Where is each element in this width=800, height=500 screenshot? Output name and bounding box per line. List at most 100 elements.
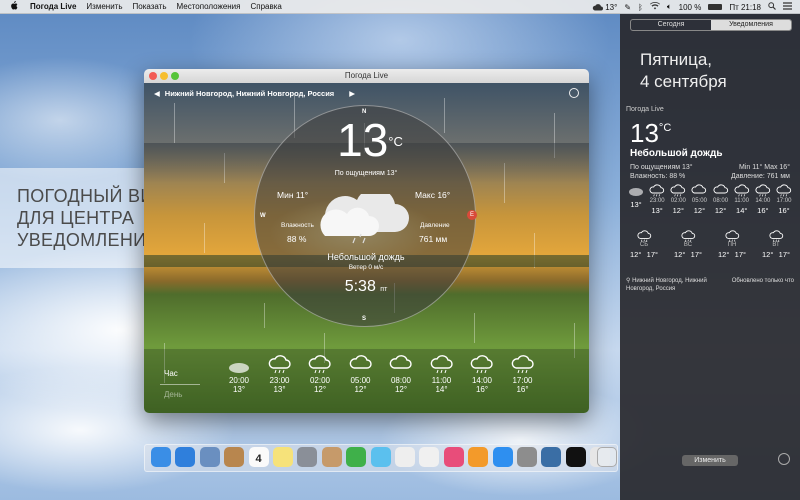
clock-app-icon[interactable] [565,447,586,467]
menu-item-help[interactable]: Справка [250,2,281,11]
hourly-temp: 12° [354,385,367,394]
messages-icon[interactable] [370,447,391,467]
widget-hourly-item: 02:00 12° [668,184,688,215]
hourly-time: 14:00 [471,376,493,385]
appstore-icon[interactable] [492,447,513,467]
menu-item-edit[interactable]: Изменить [86,2,122,11]
apple-menu-icon[interactable] [10,1,22,12]
menu-app-name[interactable]: Погода Live [30,2,76,11]
rain-cloud-icon [674,230,702,242]
hourly-temp: 12° [313,385,327,394]
tab-notifications[interactable]: Уведомления [711,20,791,30]
widget-day-high: 17° [734,250,746,259]
facetime-icon[interactable] [346,447,367,467]
notification-center-icon[interactable] [783,2,792,12]
widget-daily-item: ВТ 12° 17° [762,230,790,259]
tab-today[interactable]: Сегодня [631,20,711,30]
rain-icon [668,184,688,198]
tab-divider [160,384,200,385]
rain-streak [474,313,475,343]
tab-hour[interactable]: Час [164,369,178,378]
feels-like: По ощущениям 13° [334,170,398,177]
finder-icon[interactable] [151,447,171,467]
widget-day-name: ВС [683,242,693,248]
widget-hourly-temp: 13° [651,206,663,215]
battery-percent[interactable]: 100 % [679,3,702,12]
partly-cloudy-night-icon [626,184,646,198]
system-prefs-icon[interactable] [517,447,537,467]
hourly-item: 05:00 12° [344,349,378,394]
dock: 4 [144,444,618,472]
nc-settings-icon[interactable] [778,453,790,465]
contacts-icon[interactable] [321,447,342,467]
calendar-icon[interactable]: 4 [248,447,269,467]
next-location-icon[interactable]: ▶ [349,89,355,98]
widget-day-low: 12° [630,250,642,259]
close-button[interactable] [149,72,157,80]
tab-day[interactable]: День [164,390,182,399]
rain-streak [444,98,445,133]
rain-cloud-icon [506,349,540,375]
settings-gear-icon[interactable] [569,88,579,98]
widget-title: Погода Live [626,106,664,113]
rain-cloud-icon [263,349,297,375]
bluetooth-icon[interactable]: ᛒ [638,3,643,12]
hourly-temp: 13° [232,385,246,394]
widget-day-low: 12° [674,250,686,259]
ibooks-icon[interactable] [468,447,489,467]
hourly-time: 02:00 [309,376,331,385]
preview-icon[interactable] [199,447,220,467]
search-icon[interactable] [768,2,776,12]
cloud-status-icon [593,4,604,11]
widget-hourly-item: 13° [626,184,646,215]
current-temp: 13°C [315,116,425,164]
weather-status-item[interactable]: 13° [592,3,617,12]
location-selector[interactable]: ◀ Нижний Новгород, Нижний Новгород, Росс… [154,89,355,98]
volume-icon[interactable]: 🔈︎ [667,2,672,12]
widget-day-name: ВТ [772,242,780,248]
widget-hourly-temp: 12° [693,206,706,215]
menu-item-locations[interactable]: Местоположения [177,2,241,11]
prev-location-icon[interactable]: ◀ [154,89,160,98]
menu-item-view[interactable]: Показать [133,2,167,11]
reminders-icon[interactable] [395,447,415,467]
wifi-icon[interactable] [649,1,660,12]
clock[interactable]: Пт 21:18 [729,3,761,12]
safari-icon[interactable] [175,447,196,467]
max-temp: Макс 16° [415,190,451,200]
itunes-icon[interactable] [443,447,464,467]
zoom-button[interactable] [171,72,179,80]
hourly-item: 14:00 16° [465,349,499,394]
nc-edit-button[interactable]: Изменить [682,455,738,466]
banner-line-3: УВЕДОМЛЕНИЙ [17,230,160,250]
rain-cloud-icon [425,349,459,375]
widget-hourly-temp: 12° [714,206,727,215]
notes-icon[interactable] [273,447,293,467]
weather-app-icon[interactable] [541,447,562,467]
notes-book-icon[interactable] [224,447,245,467]
hourly-temp: 14° [435,385,448,394]
trash-icon[interactable] [597,447,617,467]
widget-daily: СБ 12° 17° ВС 12° 17° ПН 12° 17° ВТ 12° 17° [630,230,790,259]
widget-hourly-time: 05:00 [691,198,707,204]
widget-min-max: Min 11° Max 16° [739,164,790,171]
hourly-time: 05:00 [350,376,371,385]
rocket-icon[interactable] [297,447,318,467]
pen-icon[interactable]: ✎ [624,3,631,12]
minimize-button[interactable] [160,72,168,80]
local-time: 5:38 пт [305,278,427,296]
widget-hourly-time: 02:00 [670,198,686,204]
location-label: Нижний Новгород, Нижний Новгород, Россия [164,89,335,98]
battery-icon[interactable] [708,3,723,12]
hourly-temp: 16° [475,385,489,394]
weather-app-window: Погода Live ◀ Нижний Новгород, Нижний Но… [144,69,589,413]
photos-icon[interactable] [419,447,440,467]
weather-widget[interactable]: Погода Live 13°C Небольшой дождь По ощущ… [620,100,800,292]
hourly-item: 17:00 16° [506,349,540,394]
hourly-item: 08:00 12° [384,349,418,394]
weather-dial: N S W 13°C По ощущениям 13° Мин 11° Макс… [254,105,476,327]
rain-cloud-icon [303,349,337,375]
widget-updated: Обновлено только что [731,278,794,284]
local-time-value: 5:38 [344,278,376,295]
window-titlebar[interactable]: Погода Live [144,69,589,83]
